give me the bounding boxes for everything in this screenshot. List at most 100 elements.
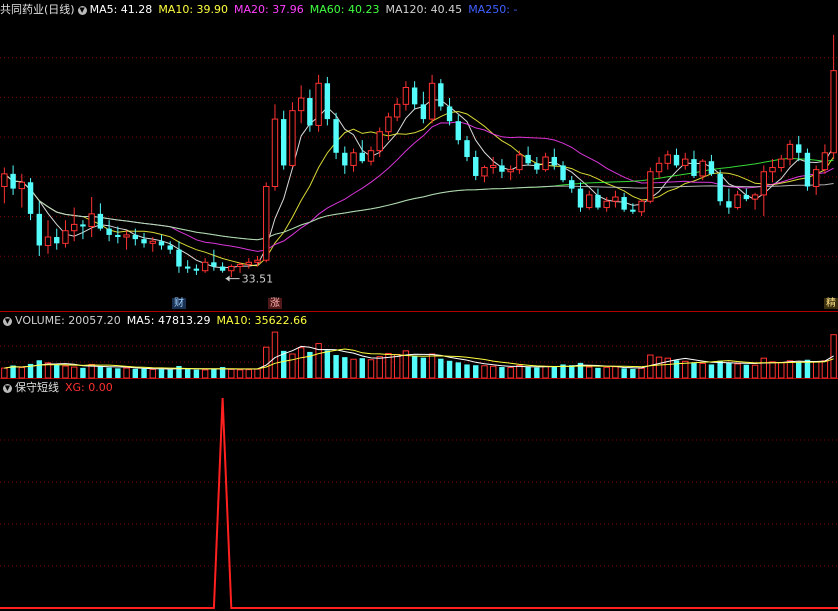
candle-body [141, 239, 147, 244]
volume-bar [489, 365, 497, 379]
candle-body [446, 106, 453, 122]
candle-body [717, 173, 723, 202]
volume-bar [525, 367, 531, 378]
candle-body [621, 197, 627, 210]
volume-bar [393, 354, 401, 379]
candle-body [812, 169, 820, 187]
candle-body [682, 158, 689, 166]
candle-body [551, 157, 558, 166]
volume-bar [167, 369, 173, 378]
candle-body [70, 223, 78, 232]
volume-bar [446, 360, 453, 378]
volume-bar [18, 367, 26, 379]
volume-bar [507, 367, 514, 379]
candle-body [158, 241, 165, 246]
candle-body [691, 159, 697, 176]
badge-rise[interactable]: 涨 [267, 298, 282, 309]
candle-body [350, 152, 357, 166]
stock-chart[interactable]: 33.51 [0, 0, 838, 611]
volume-bar [271, 331, 279, 379]
volume-bar [263, 346, 270, 379]
volume-bar [123, 367, 130, 379]
candle-body [438, 83, 444, 107]
candle-body [359, 152, 365, 162]
volume-bar [359, 358, 365, 378]
candle-body [569, 180, 575, 189]
volume-bar [769, 361, 776, 379]
volume-bar [726, 362, 732, 378]
volume-bar [80, 367, 86, 378]
candle-body [595, 194, 601, 208]
volume-bar [621, 368, 627, 378]
volume-bar [36, 360, 42, 378]
candle-body [516, 154, 523, 171]
volume-bar [254, 368, 261, 379]
candle-body [211, 262, 217, 267]
volume-bar [411, 355, 418, 378]
volume-bar [542, 365, 549, 379]
volume-bar [534, 367, 540, 378]
candle-body [97, 213, 104, 229]
candle-body [455, 121, 461, 141]
candle-body [88, 213, 95, 227]
candle-body [219, 266, 226, 271]
badge-boutique[interactable]: 精 [824, 298, 838, 309]
candle-body [80, 224, 86, 227]
volume-bar [778, 362, 785, 379]
ma20-line [4, 121, 834, 252]
candle-body [342, 152, 348, 166]
volume-bar [350, 358, 357, 379]
volume-bar [455, 362, 461, 378]
candle-body [586, 194, 593, 209]
volume-bar [691, 362, 697, 378]
candle-body [411, 87, 418, 105]
candle-body [201, 261, 209, 272]
volume-bar [751, 364, 759, 379]
volume-bar [796, 362, 802, 378]
candle-body [708, 161, 715, 174]
candle-body [1, 173, 8, 187]
volume-bar [228, 368, 235, 379]
volume-bar [821, 360, 829, 379]
volume-bar [760, 357, 768, 379]
candle-body [376, 131, 383, 152]
volume-bar [149, 368, 156, 379]
volume-bar [612, 366, 619, 379]
candle-body [743, 194, 750, 200]
candle-body [534, 163, 540, 170]
volume-bar [106, 367, 112, 378]
candle-body [612, 196, 619, 202]
candle-body [167, 245, 173, 250]
candle-body [245, 261, 252, 265]
candle-body [385, 116, 392, 133]
volume-bar [333, 355, 339, 378]
candle-body [786, 143, 794, 160]
candle-body [393, 103, 401, 118]
candle-body [106, 228, 112, 235]
badge-finance[interactable]: 财 [171, 298, 186, 309]
candle-body [307, 98, 313, 126]
volume-bar [734, 363, 741, 379]
candle-body [525, 154, 531, 164]
candle-body [271, 118, 279, 187]
candle-body [655, 162, 663, 173]
candle-body [289, 110, 296, 166]
candle-body [560, 165, 566, 181]
candle-body [769, 167, 776, 173]
volume-bar [717, 360, 723, 378]
candle-body [464, 140, 470, 157]
volume-bar [516, 364, 523, 379]
volume-bar [586, 366, 593, 379]
candle-body [18, 181, 26, 190]
low-price-label: 33.51 [242, 273, 274, 286]
candle-body [673, 154, 680, 166]
volume-bar [499, 367, 505, 378]
candle-body [603, 200, 610, 209]
volume-bar [812, 361, 820, 379]
volume-bar [297, 347, 305, 379]
arrow-left-icon [225, 275, 230, 282]
candle-body [193, 268, 200, 271]
volume-bar [569, 365, 575, 378]
volume-bar [420, 357, 427, 378]
volume-bar [289, 353, 296, 379]
